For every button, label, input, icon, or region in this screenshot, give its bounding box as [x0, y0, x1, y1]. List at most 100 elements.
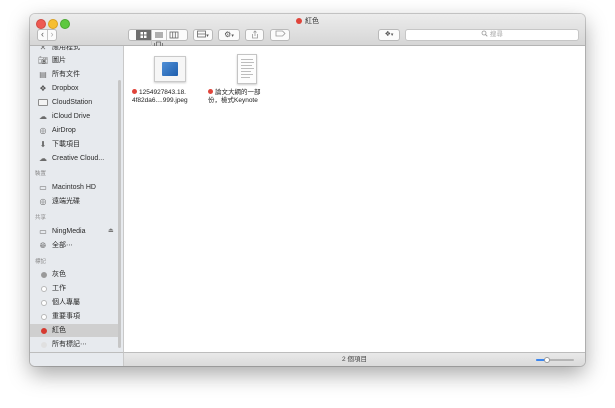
item-count: 2 個項目 [342, 356, 367, 363]
arrange-button[interactable]: ▾ [193, 29, 213, 41]
sidebar-item-label: 紅色 [52, 327, 66, 334]
sidebar-item-creative-cloud[interactable]: ☁ Creative Cloud... [30, 152, 118, 165]
cloud-icon: ☁ [39, 112, 47, 121]
sidebar-item-label: 全部⋯ [52, 242, 73, 249]
sidebar-item-label: 所有標記⋯ [52, 341, 87, 348]
sidebar-item-label: 應用程式 [52, 46, 80, 51]
sidebar-item-label: CloudStation [52, 99, 93, 106]
tag-dot-icon [41, 272, 47, 278]
sidebar-item-label: 灰色 [52, 271, 66, 278]
sidebar-item-cloudstation[interactable]: CloudStation [30, 96, 118, 109]
file-item-jpeg[interactable]: 1254927843.18. 4f82da6....999.jpeg [132, 50, 212, 110]
sidebar-item-label: AirDrop [52, 127, 76, 134]
tag-icon [275, 30, 286, 37]
downloads-icon: ⬇ [39, 140, 47, 149]
sidebar-item-tag-gray[interactable]: 灰色 [30, 268, 118, 281]
sidebar-item-label: 重要事項 [52, 313, 80, 320]
share-icon [251, 30, 258, 39]
file-item-keynote[interactable]: 論文大綱的一部 份，檢式Keynote [208, 50, 288, 110]
folder-icon [38, 99, 48, 106]
file-name: 1254927843.18. 4f82da6....999.jpeg [132, 89, 212, 105]
forward-button[interactable]: › [47, 30, 56, 40]
sidebar-item-all-network[interactable]: 🌐︎ 全部⋯ [30, 239, 118, 252]
pictures-icon: 📷︎ [38, 56, 49, 65]
sidebar-item-label: 個人專屬 [52, 299, 80, 306]
sidebar-item-label: Creative Cloud... [52, 155, 105, 162]
sidebar-item-ningmedia[interactable]: ▭ NingMedia ⏏ [30, 225, 118, 238]
share-button[interactable] [245, 29, 264, 41]
icon-size-slider[interactable] [536, 357, 574, 363]
eject-icon[interactable]: ⏏ [108, 225, 114, 238]
sidebar-item-all-tags[interactable]: 所有標記⋯ [30, 338, 118, 351]
image-thumbnail-icon [154, 56, 186, 82]
file-name-line2: 4f82da6....999.jpeg [132, 97, 188, 104]
sidebar-item-label: 工作 [52, 285, 66, 292]
file-name: 論文大綱的一部 份，檢式Keynote [208, 89, 288, 105]
red-tag-dot-icon [132, 89, 137, 94]
sidebar-scrollbar[interactable] [118, 80, 121, 348]
grid-icon [140, 32, 146, 38]
columns-icon [169, 31, 178, 39]
sidebar-item-tag-red[interactable]: 紅色 [30, 324, 118, 337]
sidebar-item-tag-work[interactable]: 工作 [30, 282, 118, 295]
sidebar-heading-devices: 裝置 [35, 171, 47, 177]
sidebar-item-label: 下載項目 [52, 141, 80, 148]
sidebar-item-label: Dropbox [52, 85, 79, 92]
chevron-down-icon: ▾ [206, 33, 209, 39]
sidebar-item-macintosh-hd[interactable]: ▭ Macintosh HD [30, 181, 118, 194]
window-title: 紅色 [30, 17, 585, 27]
chevron-down-icon: ▾ [231, 33, 234, 39]
document-thumbnail-icon [237, 54, 257, 84]
sidebar: ✕ 應用程式 📷︎ 圖片 ▤ 所有文件 ❖ Dropbox CloudStati… [30, 46, 124, 352]
sidebar-item-label: 圖片 [52, 57, 66, 64]
creative-cloud-icon: ☁ [39, 154, 47, 163]
list-icon [154, 32, 163, 38]
view-mode-control [128, 29, 188, 50]
status-bar: 2 個項目 [124, 352, 585, 366]
file-name-line1: 1254927843.18. [139, 89, 186, 96]
image-preview-icon [162, 62, 178, 76]
sidebar-item-dropbox[interactable]: ❖ Dropbox [30, 82, 118, 95]
red-tag-dot-icon [296, 18, 302, 24]
sidebar-item-remote-disc[interactable]: ◎ 遠端光碟 [30, 195, 118, 208]
sidebar-item-label: 遠端光碟 [52, 198, 80, 205]
sidebar-item-tag-personal[interactable]: 個人專屬 [30, 296, 118, 309]
sidebar-item-pictures[interactable]: 📷︎ 圖片 [30, 54, 118, 67]
column-view-button[interactable] [165, 30, 181, 40]
all-files-icon: ▤ [39, 70, 47, 79]
back-button[interactable]: ‹ [38, 30, 47, 40]
action-button[interactable]: ⚙▾ [218, 29, 240, 41]
sidebar-item-label: 所有文件 [52, 71, 80, 78]
list-view-button[interactable] [150, 30, 166, 40]
harddisk-icon: ▭ [39, 183, 47, 192]
back-forward-control: ‹ › [37, 29, 57, 41]
search-field[interactable]: 搜尋 [405, 29, 579, 41]
dropbox-icon: ❖ [39, 84, 47, 93]
file-area[interactable]: 1254927843.18. 4f82da6....999.jpeg 論文大綱的… [124, 46, 585, 352]
search-icon [481, 30, 488, 37]
finder-window: 紅色 ‹ › ▾ ⚙▾ ❖▾ 搜尋 ✕ 應用程式 📷︎ 圖片 ▤ 所有文件 ❖ … [30, 14, 585, 366]
search-placeholder-wrap: 搜尋 [406, 30, 578, 40]
icon-view-button[interactable] [135, 30, 151, 40]
dropbox-button[interactable]: ❖▾ [378, 29, 400, 41]
sidebar-item-airdrop[interactable]: ◎ AirDrop [30, 124, 118, 137]
toolbar: 紅色 ‹ › ▾ ⚙▾ ❖▾ 搜尋 [30, 14, 585, 50]
sidebar-item-tag-important[interactable]: 重要事項 [30, 310, 118, 323]
applications-icon: ✕ [39, 46, 47, 52]
sidebar-heading-shared: 共享 [35, 215, 47, 221]
sidebar-item-label: NingMedia [52, 228, 86, 235]
tag-dot-icon [41, 314, 47, 320]
sidebar-item-applications[interactable]: ✕ 應用程式 [30, 46, 118, 54]
search-placeholder: 搜尋 [489, 31, 503, 38]
sidebar-heading-tags: 標記 [35, 259, 47, 265]
sidebar-item-downloads[interactable]: ⬇ 下載項目 [30, 138, 118, 151]
tag-dot-icon [41, 342, 47, 348]
chevron-down-icon: ▾ [390, 32, 394, 38]
sidebar-item-label: Macintosh HD [52, 184, 96, 191]
tag-dot-icon [41, 328, 47, 334]
sidebar-item-icloud-drive[interactable]: ☁ iCloud Drive [30, 110, 118, 123]
sidebar-item-all-files[interactable]: ▤ 所有文件 [30, 68, 118, 81]
sidebar-footer [30, 352, 124, 366]
edit-tags-button[interactable] [270, 29, 290, 41]
file-name-line1: 論文大綱的一部 [215, 89, 261, 96]
